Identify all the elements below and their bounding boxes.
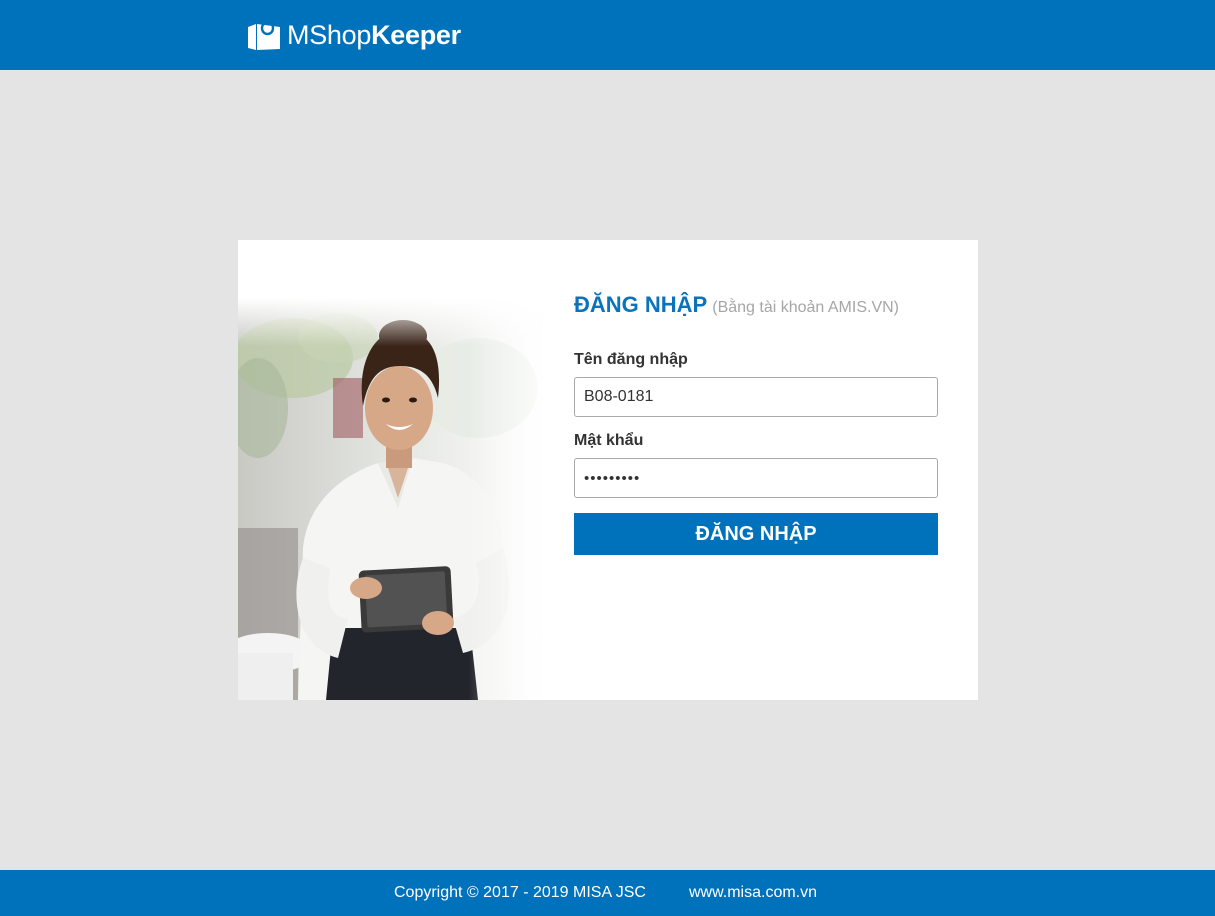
login-button[interactable]: ĐĂNG NHẬP [574, 513, 938, 555]
woman-with-tablet-photo [238, 298, 558, 700]
username-label: Tên đăng nhập [574, 351, 688, 368]
password-input[interactable] [574, 458, 938, 498]
login-heading: ĐĂNG NHẬP (Bằng tài khoản AMIS.VN) [574, 292, 938, 322]
password-label: Mật khẩu [574, 432, 644, 449]
login-card: ĐĂNG NHẬP (Bằng tài khoản AMIS.VN) Tên đ… [238, 240, 978, 700]
photo-illustration [238, 298, 558, 700]
logo-text-bold: Keeper [371, 19, 461, 50]
login-subtitle: (Bằng tài khoản AMIS.VN) [712, 299, 899, 316]
logo-text-light: MShop [287, 19, 372, 50]
footer-bar: Copyright © 2017 - 2019 MISA JSC www.mis… [0, 870, 1215, 916]
shopping-bag-icon [248, 21, 280, 50]
login-title: ĐĂNG NHẬP [574, 292, 708, 317]
top-header-bar: MShopKeeper [0, 0, 1215, 70]
logo-text: MShopKeeper [287, 20, 461, 51]
copyright-text: Copyright © 2017 - 2019 MISA JSC [394, 884, 646, 901]
username-input[interactable] [574, 377, 938, 417]
mshopkeeper-logo[interactable]: MShopKeeper [246, 17, 461, 53]
login-form: ĐĂNG NHẬP (Bằng tài khoản AMIS.VN) Tên đ… [574, 292, 938, 555]
website-link[interactable]: www.misa.com.vn [689, 884, 817, 902]
